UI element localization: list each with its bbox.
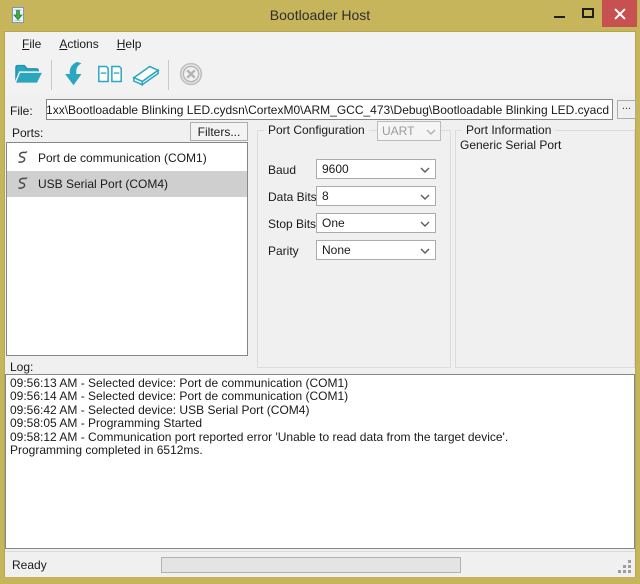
program-button[interactable]: [56, 58, 92, 92]
log-label: Log:: [10, 360, 33, 374]
open-file-button[interactable]: [11, 58, 47, 92]
port-information-text: Generic Serial Port: [460, 138, 561, 152]
log-line: 09:56:14 AM - Selected device: Port de c…: [10, 390, 630, 403]
file-label: File:: [10, 104, 33, 118]
toolbar-separator: [168, 60, 169, 90]
port-label: USB Serial Port (COM4): [38, 177, 168, 191]
copy-documents-icon: [94, 60, 126, 91]
baud-label: Baud: [268, 163, 296, 177]
log-output[interactable]: 09:56:13 AM - Selected device: Port de c…: [5, 374, 635, 549]
status-text: Ready: [12, 558, 47, 572]
erase-button[interactable]: [128, 58, 164, 92]
parity-dropdown[interactable]: None: [316, 240, 436, 260]
toolbar-separator: [51, 60, 52, 90]
menu-file[interactable]: File: [13, 34, 50, 54]
menu-help[interactable]: Help: [108, 34, 151, 54]
chevron-down-icon: [426, 124, 436, 138]
port-configuration-group: Port Configuration UART Baud 9600 Data B…: [257, 130, 451, 368]
chevron-down-icon: [420, 162, 430, 176]
filters-button[interactable]: Filters...: [190, 122, 248, 141]
download-arrow-icon: [59, 59, 89, 92]
port-list-item-com4[interactable]: USB Serial Port (COM4): [7, 171, 247, 197]
data-bits-label: Data Bits: [268, 190, 317, 204]
close-icon: [614, 8, 626, 20]
port-information-title: Port Information: [462, 123, 555, 137]
port-information-group: Port Information Generic Serial Port: [455, 130, 635, 368]
stop-bits-dropdown[interactable]: One: [316, 213, 436, 233]
ports-label: Ports:: [12, 126, 43, 140]
status-bar: Ready: [5, 551, 635, 577]
log-line: 09:56:13 AM - Selected device: Port de c…: [10, 377, 630, 390]
log-line: 09:58:05 AM - Programming Started: [10, 417, 630, 430]
toolbar: [5, 55, 635, 95]
browse-file-button[interactable]: ...: [617, 100, 636, 119]
port-list-item-com1[interactable]: Port de communication (COM1): [7, 145, 247, 171]
window-title: Bootloader Host: [0, 7, 640, 23]
abort-button[interactable]: [173, 58, 209, 92]
titlebar: Bootloader Host: [0, 0, 640, 31]
menu-actions[interactable]: Actions: [50, 34, 107, 54]
menu-bar: File Actions Help: [5, 32, 635, 55]
log-line: 09:56:42 AM - Selected device: USB Seria…: [10, 404, 630, 417]
chevron-down-icon: [420, 216, 430, 230]
file-path-input[interactable]: ader_41xx\Bootloadable Blinking LED.cyds…: [46, 99, 613, 120]
verify-button[interactable]: [92, 58, 128, 92]
log-line: 09:58:12 AM - Communication port reporte…: [10, 431, 630, 444]
chevron-down-icon: [420, 189, 430, 203]
port-type-dropdown[interactable]: UART: [377, 121, 441, 141]
eraser-icon: [130, 60, 162, 91]
minimize-icon: [554, 16, 565, 18]
port-label: Port de communication (COM1): [38, 151, 207, 165]
chevron-down-icon: [420, 243, 430, 257]
minimize-button[interactable]: [547, 0, 571, 26]
resize-grip-icon[interactable]: [628, 570, 631, 573]
close-button[interactable]: [602, 0, 637, 27]
data-bits-dropdown[interactable]: 8: [316, 186, 436, 206]
open-folder-icon: [13, 60, 45, 91]
stop-bits-label: Stop Bits: [268, 217, 316, 231]
abort-circle-icon: [176, 59, 206, 92]
baud-dropdown[interactable]: 9600: [316, 159, 436, 179]
bootloader-host-window: Bootloader Host File Actions Help: [0, 0, 640, 584]
port-configuration-title: Port Configuration: [264, 123, 369, 137]
progress-bar: [161, 557, 461, 573]
serial-port-icon: [14, 176, 30, 192]
parity-label: Parity: [268, 244, 299, 258]
maximize-icon: [582, 8, 594, 18]
serial-port-icon: [14, 150, 30, 166]
client-area: File Actions Help: [4, 31, 636, 577]
maximize-button[interactable]: [576, 0, 600, 26]
ports-list: Port de communication (COM1) USB Serial …: [6, 142, 248, 356]
log-line: Programming completed in 6512ms.: [10, 444, 630, 457]
